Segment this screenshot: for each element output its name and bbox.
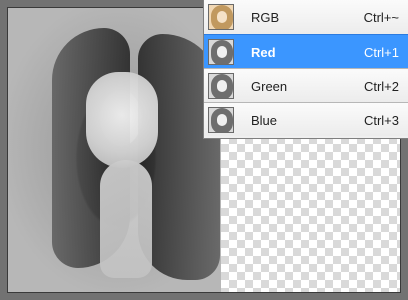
channel-name: RGB xyxy=(251,10,280,25)
grayscale-thumbnail xyxy=(208,39,234,65)
photo-face xyxy=(86,72,158,168)
channel-name: Green xyxy=(251,79,288,94)
channel-row-green[interactable]: Green Ctrl+2 xyxy=(204,68,408,102)
channel-shortcut: Ctrl+3 xyxy=(363,113,399,128)
channel-shortcut: Ctrl+1 xyxy=(363,45,399,60)
channel-shortcut: Ctrl+~ xyxy=(363,10,399,25)
channel-name: Red xyxy=(251,45,276,60)
channel-row-rgb[interactable]: RGB Ctrl+~ xyxy=(204,0,408,34)
channels-panel: RGB Ctrl+~ Red Ctrl+1 Green Ctrl+2 Blue … xyxy=(203,0,408,139)
channel-row-red[interactable]: Red Ctrl+1 xyxy=(204,34,408,68)
channel-row-blue[interactable]: Blue Ctrl+3 xyxy=(204,102,408,136)
grayscale-thumbnail xyxy=(208,73,234,99)
grayscale-thumbnail xyxy=(208,107,234,133)
canvas-photo xyxy=(8,8,222,292)
channel-shortcut: Ctrl+2 xyxy=(363,79,399,94)
rgb-thumbnail xyxy=(208,4,234,30)
channel-name: Blue xyxy=(251,113,278,128)
photo-neck xyxy=(100,160,152,278)
